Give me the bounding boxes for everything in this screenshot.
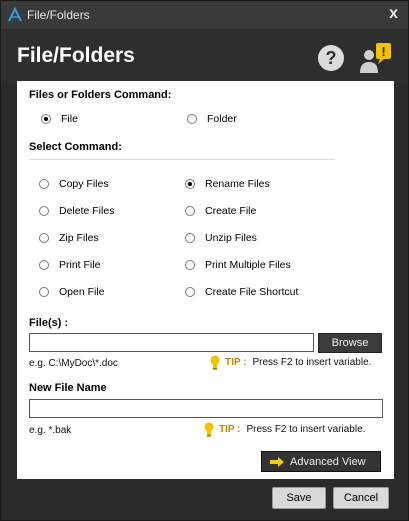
radio-print-multiple-files-dot[interactable]	[185, 260, 195, 270]
form-panel: Files or Folders Command: File Folder Se…	[17, 81, 394, 479]
radio-delete-files[interactable]: Delete Files	[39, 205, 114, 217]
files-input[interactable]	[29, 333, 314, 352]
radio-create-file-dot[interactable]	[185, 206, 195, 216]
radio-file[interactable]: File	[41, 113, 78, 125]
radio-open-file-label: Open File	[59, 286, 105, 298]
radio-create-file-shortcut-label: Create File Shortcut	[205, 286, 299, 298]
arrow-right-icon	[270, 456, 284, 467]
radio-rename-files[interactable]: Rename Files	[185, 178, 270, 190]
radio-unzip-files-label: Unzip Files	[205, 232, 257, 244]
radio-delete-files-label: Delete Files	[59, 205, 115, 217]
radio-create-file-shortcut[interactable]: Create File Shortcut	[185, 286, 298, 298]
help-icon[interactable]: ?	[318, 45, 344, 71]
page-title: File/Folders	[17, 44, 135, 67]
title-bar[interactable]: File/Folders x	[1, 1, 408, 29]
files-example: e.g. C:\MyDoc\*.doc	[29, 358, 118, 369]
advanced-view-label: Advanced View	[290, 455, 366, 468]
command-type-label: Files or Folders Command:	[29, 89, 172, 101]
radio-open-file[interactable]: Open File	[39, 286, 105, 298]
cancel-button[interactable]: Cancel	[333, 487, 389, 509]
radio-create-file-shortcut-dot[interactable]	[185, 287, 195, 297]
radio-unzip-files[interactable]: Unzip Files	[185, 232, 257, 244]
radio-print-file-label: Print File	[59, 259, 101, 271]
radio-create-file-label: Create File	[205, 205, 257, 217]
svg-text:!: !	[381, 44, 385, 59]
radio-rename-files-dot[interactable]	[185, 179, 195, 189]
new-name-example: e.g. *.bak	[29, 425, 72, 436]
files-tip-text: Press F2 to insert variable.	[252, 357, 372, 368]
radio-copy-files-label: Copy Files	[59, 178, 109, 190]
radio-print-multiple-files[interactable]: Print Multiple Files	[185, 259, 291, 271]
radio-create-file[interactable]: Create File	[185, 205, 256, 217]
files-tip: TIP : Press F2 to insert variable.	[209, 355, 371, 370]
radio-print-file[interactable]: Print File	[39, 259, 100, 271]
radio-print-multiple-files-label: Print Multiple Files	[205, 259, 291, 271]
files-label: File(s) :	[29, 317, 69, 329]
new-name-tip: TIP : Press F2 to insert variable.	[203, 422, 365, 437]
user-alert-icon[interactable]: !	[358, 41, 394, 75]
radio-copy-files-dot[interactable]	[39, 179, 49, 189]
app-logo-icon	[8, 7, 22, 22]
radio-file-dot[interactable]	[41, 114, 51, 124]
lightbulb-icon	[210, 355, 220, 370]
lightbulb-icon	[204, 422, 214, 437]
radio-folder[interactable]: Folder	[187, 113, 237, 125]
radio-file-label: File	[61, 113, 78, 125]
radio-folder-label: Folder	[207, 113, 237, 125]
section-divider	[29, 159, 335, 160]
radio-rename-files-label: Rename Files	[205, 178, 270, 190]
radio-unzip-files-dot[interactable]	[185, 233, 195, 243]
new-name-tip-word: TIP :	[219, 424, 241, 435]
file-folders-dialog: File/Folders x File/Folders ? ! Files or…	[0, 0, 409, 521]
browse-button[interactable]: Browse	[318, 333, 382, 353]
radio-zip-files[interactable]: Zip Files	[39, 232, 99, 244]
radio-print-file-dot[interactable]	[39, 260, 49, 270]
dialog-header: File/Folders	[1, 29, 408, 83]
advanced-view-button[interactable]: Advanced View	[261, 451, 381, 472]
radio-zip-files-dot[interactable]	[39, 233, 49, 243]
radio-copy-files[interactable]: Copy Files	[39, 178, 109, 190]
window-title: File/Folders	[27, 8, 90, 22]
select-command-label: Select Command:	[29, 141, 122, 153]
save-button[interactable]: Save	[272, 487, 326, 509]
radio-zip-files-label: Zip Files	[59, 232, 99, 244]
radio-delete-files-dot[interactable]	[39, 206, 49, 216]
files-tip-word: TIP :	[225, 357, 247, 368]
close-button[interactable]: x	[389, 5, 398, 23]
new-file-name-label: New File Name	[29, 382, 107, 394]
radio-open-file-dot[interactable]	[39, 287, 49, 297]
new-name-tip-text: Press F2 to insert variable.	[246, 424, 366, 435]
new-file-name-input[interactable]	[29, 399, 383, 418]
radio-folder-dot[interactable]	[187, 114, 197, 124]
